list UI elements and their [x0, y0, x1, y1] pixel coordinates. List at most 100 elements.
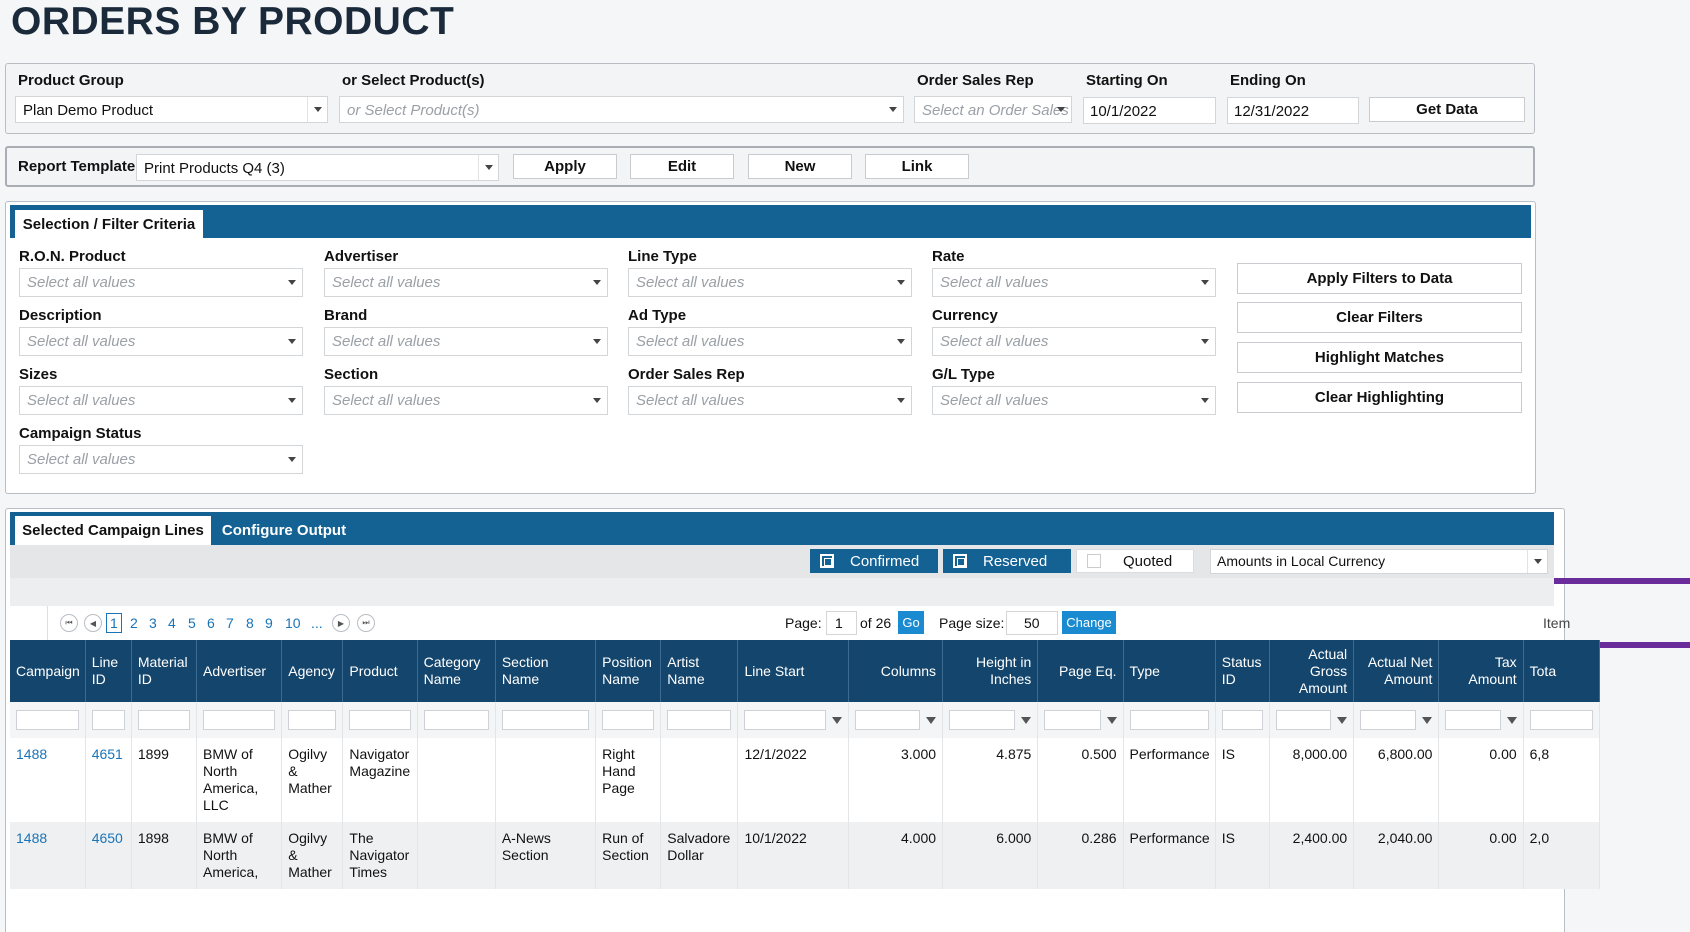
quoted-checkbox[interactable] [1087, 554, 1101, 568]
filter-input[interactable] [1275, 710, 1332, 730]
filter-input[interactable] [137, 710, 190, 730]
new-template-button[interactable]: New [748, 154, 852, 179]
filter-icon[interactable] [1106, 716, 1117, 724]
filter-input[interactable] [949, 710, 1016, 730]
first-page-icon[interactable]: ⏮ [60, 614, 78, 632]
edit-template-button[interactable]: Edit [630, 154, 734, 179]
campaign-link[interactable]: 1488 [10, 822, 86, 889]
clear-filters-button[interactable]: Clear Filters [1237, 302, 1522, 333]
chevron-down-icon[interactable] [1527, 550, 1547, 573]
col-artist-name[interactable]: Artist Name [660, 640, 739, 702]
tab-selected-campaign-lines[interactable]: Selected Campaign Lines [15, 516, 211, 545]
filter-input[interactable] [1445, 710, 1501, 730]
filter-icon[interactable] [1021, 716, 1032, 724]
chevron-down-icon[interactable] [1051, 97, 1071, 122]
filter-input[interactable] [1129, 710, 1209, 730]
clear-highlighting-button[interactable]: Clear Highlighting [1237, 382, 1522, 413]
gl-type-select[interactable]: Select all values [932, 386, 1216, 415]
order-sales-rep-filter-select[interactable]: Select all values [628, 386, 912, 415]
chevron-down-icon[interactable] [891, 328, 911, 355]
chevron-down-icon[interactable] [282, 328, 302, 355]
filter-input[interactable] [1529, 710, 1593, 730]
col-advertiser[interactable]: Advertiser [196, 640, 283, 702]
confirmed-toggle[interactable]: Confirmed [810, 549, 938, 573]
col-type[interactable]: Type [1123, 640, 1216, 702]
col-product[interactable]: Product [342, 640, 418, 702]
filter-input[interactable] [1360, 710, 1417, 730]
col-category-name[interactable]: Category Name [417, 640, 496, 702]
tab-configure-output[interactable]: Configure Output [216, 516, 352, 545]
page-link-8[interactable]: 8 [246, 615, 254, 631]
change-button[interactable]: Change [1062, 611, 1116, 634]
filter-input[interactable] [854, 710, 921, 730]
chevron-down-icon[interactable] [282, 446, 302, 473]
filter-icon[interactable] [1337, 716, 1348, 724]
page-link-7[interactable]: 7 [226, 615, 234, 631]
campaign-status-select[interactable]: Select all values [19, 445, 303, 474]
page-link-6[interactable]: 6 [207, 615, 215, 631]
brand-select[interactable]: Select all values [324, 327, 608, 356]
advertiser-select[interactable]: Select all values [324, 268, 608, 297]
go-button[interactable]: Go [898, 611, 924, 634]
col-page-eq[interactable]: Page Eq. [1037, 640, 1124, 702]
filter-icon[interactable] [1506, 716, 1517, 724]
confirmed-checkbox[interactable] [820, 554, 834, 568]
filter-icon[interactable] [926, 716, 937, 724]
chevron-down-icon[interactable] [282, 269, 302, 296]
table-row[interactable]: 1488 4651 1899 BMW of North America, LLC… [10, 738, 1601, 822]
filter-input[interactable] [349, 710, 411, 730]
next-page-icon[interactable]: ▶ [332, 614, 350, 632]
chevron-down-icon[interactable] [1195, 269, 1215, 296]
col-actual-gross-amount[interactable]: Actual Gross Amount [1269, 640, 1355, 702]
report-template-select[interactable]: Print Products Q4 (3) [136, 154, 499, 181]
currency-select[interactable]: Select all values [932, 327, 1216, 356]
filter-input[interactable] [16, 710, 79, 730]
ending-on-input[interactable]: 12/31/2022 [1227, 97, 1359, 124]
col-line-id[interactable]: Line ID [85, 640, 132, 702]
section-select[interactable]: Select all values [324, 386, 608, 415]
chevron-down-icon[interactable] [587, 328, 607, 355]
filter-input[interactable] [203, 710, 276, 730]
col-status-id[interactable]: Status ID [1215, 640, 1270, 702]
tab-selection-filter-criteria[interactable]: Selection / Filter Criteria [15, 210, 203, 238]
page-size-input[interactable]: 50 [1006, 611, 1058, 635]
product-group-select[interactable]: Plan Demo Product [15, 96, 328, 123]
filter-icon[interactable] [831, 716, 842, 724]
chevron-down-icon[interactable] [478, 155, 498, 180]
page-link-3[interactable]: 3 [149, 615, 157, 631]
link-template-button[interactable]: Link [865, 154, 969, 179]
page-link-10[interactable]: 10 [285, 615, 301, 631]
col-section-name[interactable]: Section Name [495, 640, 597, 702]
filter-input[interactable] [602, 710, 655, 730]
page-input[interactable]: 1 [826, 611, 857, 635]
starting-on-input[interactable]: 10/1/2022 [1083, 97, 1216, 124]
filter-icon[interactable] [1422, 716, 1433, 724]
col-material-id[interactable]: Material ID [131, 640, 198, 702]
page-link-5[interactable]: 5 [188, 615, 196, 631]
page-link-more[interactable]: ... [311, 615, 323, 631]
chevron-down-icon[interactable] [587, 387, 607, 414]
line-id-link[interactable]: 4650 [85, 822, 132, 889]
description-select[interactable]: Select all values [19, 327, 303, 356]
filter-input[interactable] [288, 710, 337, 730]
page-link-9[interactable]: 9 [265, 615, 273, 631]
select-products-input[interactable]: or Select Product(s) [339, 96, 904, 123]
col-total[interactable]: Tota [1523, 640, 1601, 702]
chevron-down-icon[interactable] [307, 97, 327, 122]
highlight-matches-button[interactable]: Highlight Matches [1237, 342, 1522, 373]
col-tax-amount[interactable]: Tax Amount [1438, 640, 1524, 702]
col-height-in-inches[interactable]: Height in Inches [942, 640, 1039, 702]
chevron-down-icon[interactable] [891, 269, 911, 296]
page-link-2[interactable]: 2 [130, 615, 138, 631]
chevron-down-icon[interactable] [891, 387, 911, 414]
chevron-down-icon[interactable] [883, 97, 903, 122]
prev-page-icon[interactable]: ◀ [84, 614, 102, 632]
order-sales-rep-select[interactable]: Select an Order Sales [914, 96, 1072, 123]
table-row[interactable]: 1488 4650 1898 BMW of North America, Ogi… [10, 822, 1601, 889]
page-link-1[interactable]: 1 [106, 613, 122, 633]
filter-input[interactable] [501, 710, 590, 730]
filter-input[interactable] [423, 710, 489, 730]
page-link-4[interactable]: 4 [168, 615, 176, 631]
ad-type-select[interactable]: Select all values [628, 327, 912, 356]
col-agency[interactable]: Agency [281, 640, 344, 702]
